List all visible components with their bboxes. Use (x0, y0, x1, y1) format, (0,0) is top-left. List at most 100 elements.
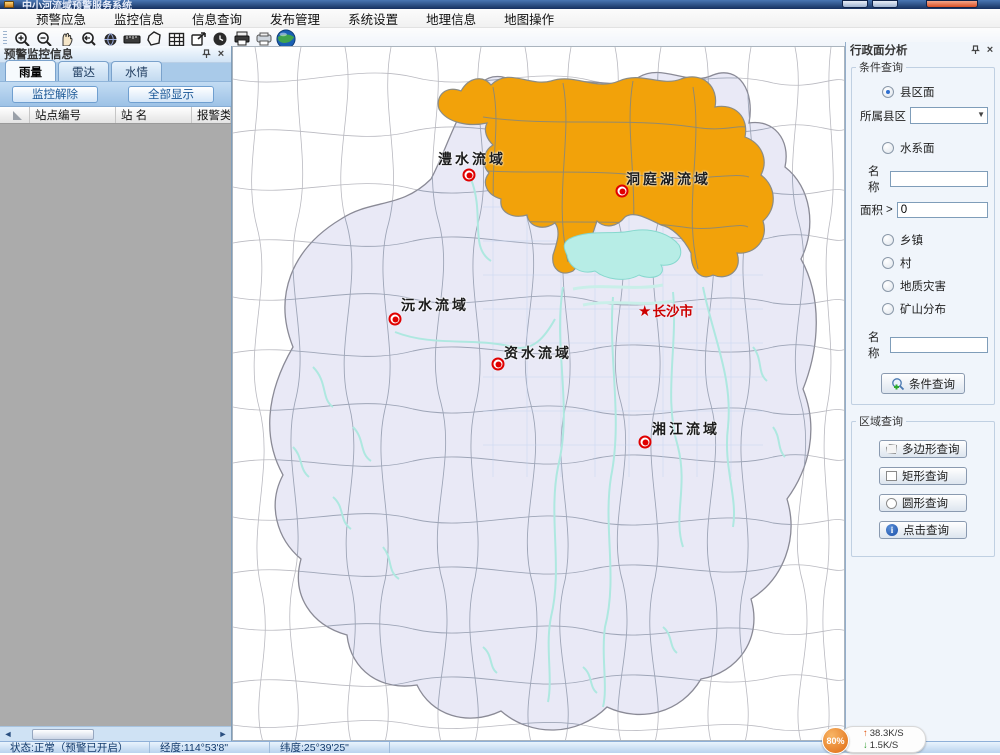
menu-system-settings[interactable]: 系统设置 (334, 8, 412, 29)
station-table-header: 站点编号 站 名 报警类别 (0, 107, 231, 124)
village-radio-row[interactable]: 村 (882, 255, 988, 271)
warning-monitor-panel: 预警监控信息 × 雨量 雷达 水情 监控解除 全部显示 站点编号 站 名 报警类… (0, 46, 232, 741)
town-radio-label: 乡镇 (900, 232, 923, 248)
region-query-group: 区域查询 多边形查询 矩形查询 圆形查询 i 点击查询 (851, 413, 995, 557)
scroll-left-icon[interactable]: ◄ (2, 729, 14, 739)
monitor-release-button[interactable]: 监控解除 (12, 86, 98, 103)
column-station-name[interactable]: 站 名 (116, 107, 192, 123)
circle-query-button[interactable]: 圆形查询 (879, 494, 967, 512)
tab-rainfall[interactable]: 雨量 (5, 60, 56, 81)
latitude-readout: 纬度:25°39'25" (270, 742, 390, 753)
greater-than-sign: > (886, 204, 893, 216)
close-button[interactable] (926, 0, 978, 8)
show-all-button[interactable]: 全部显示 (128, 86, 214, 103)
tab-water[interactable]: 水情 (111, 61, 162, 81)
station-table-body[interactable] (0, 124, 231, 726)
city-star-icon: ★ (638, 303, 651, 320)
upload-arrow-icon: ↑ (863, 728, 868, 740)
download-speed: 1.5K/S (870, 740, 899, 752)
longitude-readout: 经度:114°53'8" (150, 742, 270, 753)
info-icon: i (886, 524, 898, 536)
close-panel-icon[interactable]: × (984, 44, 996, 56)
basin-label-xiangjiang: 湘江流域 (652, 419, 720, 439)
right-panel-header: 行政面分析 × (846, 42, 1000, 58)
station-marker-zishui[interactable] (492, 358, 505, 371)
city-label-changsha: ★长沙市 (638, 300, 693, 320)
circle-icon (886, 498, 897, 509)
water-radio-icon[interactable] (882, 142, 894, 154)
click-query-button[interactable]: i 点击查询 (879, 521, 967, 539)
app-icon (4, 1, 14, 8)
menu-warning-emergency[interactable]: 预警应急 (22, 8, 100, 29)
horizontal-scrollbar[interactable]: ◄ ► (0, 726, 231, 741)
name-input-row: 名称 (858, 163, 988, 195)
basin-label-dongtinghu: 洞庭湖流域 (626, 169, 711, 189)
name-label: 名称 (858, 163, 890, 195)
menu-bar: 预警应急 监控信息 信息查询 发布管理 系统设置 地理信息 地图操作 (0, 9, 1000, 28)
area-label: 面积 (858, 202, 886, 218)
maximize-button[interactable] (872, 0, 898, 8)
menu-publish-manage[interactable]: 发布管理 (256, 8, 334, 29)
area-input[interactable] (897, 202, 988, 218)
mine-radio-icon[interactable] (882, 303, 894, 315)
county-radio-icon[interactable] (882, 86, 894, 98)
village-radio-icon[interactable] (882, 257, 894, 269)
geohazard-radio-row[interactable]: 地质灾害 (882, 278, 988, 294)
polygon-query-button[interactable]: 多边形查询 (879, 440, 967, 458)
menu-info-query[interactable]: 信息查询 (178, 8, 256, 29)
minimize-button[interactable] (842, 0, 868, 8)
network-speed-widget[interactable]: ↑38.3K/S ↓1.5K/S 80% (822, 726, 932, 753)
network-speed-bubble: ↑38.3K/S ↓1.5K/S (840, 726, 926, 753)
memory-percent-badge[interactable]: 80% (822, 727, 849, 754)
rectangle-query-button[interactable]: 矩形查询 (879, 467, 967, 485)
basemap (233, 47, 845, 741)
pin-icon[interactable] (969, 44, 981, 56)
condition-query-title: 条件查询 (856, 59, 906, 75)
geohazard-radio-icon[interactable] (882, 280, 894, 292)
county-select-row: 所属县区 ▼ (858, 107, 988, 124)
admin-analysis-panel: 行政面分析 × 条件查询 县区面 所属县区 ▼ 水系面 名称 面积 > (845, 42, 1000, 741)
name-input[interactable] (890, 171, 988, 187)
condition-query-group: 条件查询 县区面 所属县区 ▼ 水系面 名称 面积 > 乡镇 村 (851, 59, 995, 405)
column-alarm-type[interactable]: 报警类别 (192, 107, 231, 123)
basin-label-zishui: 资水流域 (504, 343, 572, 363)
station-marker-dongtinghu[interactable] (616, 185, 629, 198)
county-radio-label: 县区面 (900, 84, 935, 100)
sort-triangle-icon (13, 111, 22, 120)
sort-column-header[interactable] (0, 107, 30, 123)
right-panel-title: 行政面分析 (850, 42, 908, 58)
town-radio-row[interactable]: 乡镇 (882, 232, 988, 248)
rectangle-icon (886, 471, 897, 481)
station-marker-lishui[interactable] (463, 169, 476, 182)
left-panel-tabs: 雨量 雷达 水情 (0, 63, 231, 82)
scrollbar-thumb[interactable] (32, 729, 94, 740)
column-station-id[interactable]: 站点编号 (30, 107, 116, 123)
menu-map-operations[interactable]: 地图操作 (490, 8, 568, 29)
county-radio-row[interactable]: 县区面 (882, 84, 988, 100)
name2-label: 名称 (858, 329, 890, 361)
map-viewport[interactable]: 澧水流域 洞庭湖流域 沅水流域 资水流域 湘江流域 ★长沙市 (232, 46, 845, 741)
tab-radar[interactable]: 雷达 (58, 61, 109, 81)
town-radio-icon[interactable] (882, 234, 894, 246)
menu-monitor-info[interactable]: 监控信息 (100, 8, 178, 29)
menu-geo-info[interactable]: 地理信息 (412, 8, 490, 29)
station-marker-xiangjiang[interactable] (639, 436, 652, 449)
station-marker-yuanshui[interactable] (389, 313, 402, 326)
water-radio-row[interactable]: 水系面 (882, 140, 988, 156)
area-input-row: 面积 > (858, 202, 988, 218)
name2-input-row: 名称 (858, 329, 988, 361)
chevron-down-icon: ▼ (977, 110, 985, 119)
geohazard-radio-label: 地质灾害 (900, 278, 946, 294)
condition-query-button[interactable]: 条件查询 (881, 373, 965, 394)
mine-radio-row[interactable]: 矿山分布 (882, 301, 988, 317)
download-arrow-icon: ↓ (863, 740, 868, 752)
scroll-right-icon[interactable]: ► (217, 729, 229, 739)
search-plus-icon (891, 377, 905, 391)
pin-icon[interactable] (200, 48, 212, 60)
close-panel-icon[interactable]: × (215, 48, 227, 60)
name2-input[interactable] (890, 337, 988, 353)
water-radio-label: 水系面 (900, 140, 935, 156)
region-query-title: 区域查询 (856, 413, 906, 429)
village-radio-label: 村 (900, 255, 912, 271)
county-dropdown[interactable]: ▼ (910, 107, 988, 124)
